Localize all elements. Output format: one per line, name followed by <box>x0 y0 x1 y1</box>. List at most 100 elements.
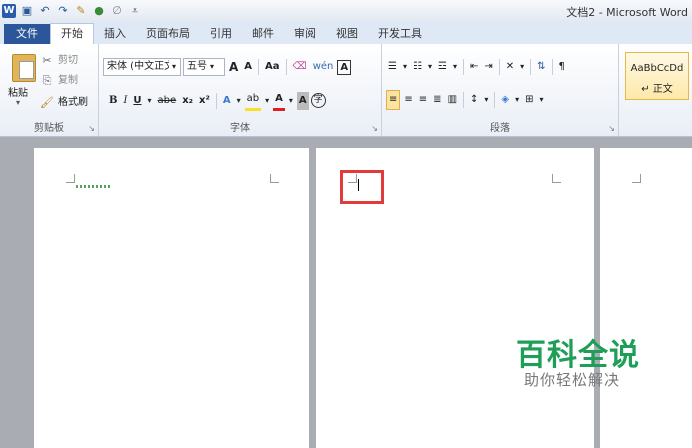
increase-indent-button[interactable]: ⇥ <box>482 58 494 76</box>
quick-access-toolbar: W ▣ ↶ ↷ ✎ ● ∅ ⩡ <box>2 3 142 19</box>
change-case-button[interactable]: Aa <box>263 58 282 76</box>
bullets-button[interactable]: ☰ <box>386 58 399 76</box>
tab-insert[interactable]: 插入 <box>94 24 136 44</box>
word-logo-icon[interactable]: W <box>2 4 16 18</box>
ribbon-tabs: 文件 开始 插入 页面布局 引用 邮件 审阅 视图 开发工具 <box>0 22 692 44</box>
styles-group: AaBbCcDd ↵ 正文 <box>619 44 692 136</box>
borders-button[interactable]: ⊞ <box>523 91 535 109</box>
title-bar: W ▣ ↶ ↷ ✎ ● ∅ ⩡ 文档2 - Microsoft Word <box>0 0 692 22</box>
divider <box>462 59 464 75</box>
numbering-button[interactable]: ☷ <box>411 58 424 76</box>
strikethrough-button[interactable]: abe <box>156 92 179 110</box>
clipboard-group: 粘贴 ▾ ✂ 剪切 ⎘ 复制 🖌 格式刷 剪贴板 ↘ <box>0 44 99 136</box>
customize-icon[interactable]: ⩡ <box>128 4 142 18</box>
divider <box>258 59 260 75</box>
paste-button[interactable]: 粘贴 ▾ <box>4 48 36 108</box>
redo-icon[interactable]: ↷ <box>56 4 70 18</box>
sort-button[interactable]: ⇅ <box>535 58 547 76</box>
align-center-button[interactable]: ≡ <box>402 91 414 109</box>
watermark-subtitle: 助你轻松解决 <box>524 371 621 389</box>
chevron-down-icon[interactable]: ▾ <box>451 58 459 76</box>
subscript-button[interactable]: x₂ <box>180 92 195 110</box>
multilevel-list-button[interactable]: ☲ <box>436 58 449 76</box>
tab-references[interactable]: 引用 <box>200 24 242 44</box>
chevron-down-icon[interactable]: ▾ <box>482 91 490 109</box>
format-painter-button[interactable]: 🖌 格式刷 <box>40 94 90 112</box>
underline-button[interactable]: U <box>131 92 143 110</box>
italic-button[interactable]: I <box>121 92 129 110</box>
copy-icon: ⎘ <box>42 74 52 87</box>
font-size-select[interactable]: 五号 ▾ <box>183 58 225 76</box>
tab-review[interactable]: 审阅 <box>284 24 326 44</box>
highlight-button[interactable]: ab <box>244 90 262 111</box>
font-color-button[interactable]: A <box>273 90 285 111</box>
eraser-icon[interactable]: ∅ <box>110 4 124 18</box>
page-3[interactable] <box>600 148 692 448</box>
superscript-button[interactable]: x² <box>197 92 212 110</box>
page-2[interactable] <box>316 148 594 448</box>
window-title: 文档2 - Microsoft Word <box>566 6 688 19</box>
font-name-select[interactable]: 宋体 (中文正文 ▾ <box>103 58 181 76</box>
tab-page-layout[interactable]: 页面布局 <box>136 24 200 44</box>
dialog-launcher-icon[interactable]: ↘ <box>608 124 615 133</box>
tab-home[interactable]: 开始 <box>50 23 94 44</box>
scissors-icon: ✂ <box>42 54 52 67</box>
margin-mark <box>270 174 279 183</box>
brush-icon: 🖌 <box>40 96 54 109</box>
align-right-button[interactable]: ≡ <box>417 91 429 109</box>
chevron-down-icon[interactable]: ▾ <box>538 91 546 109</box>
show-marks-button[interactable]: ¶ <box>557 58 567 76</box>
tab-mailings[interactable]: 邮件 <box>242 24 284 44</box>
chevron-down-icon[interactable]: ▾ <box>401 58 409 76</box>
chevron-down-icon[interactable]: ▾ <box>287 92 295 110</box>
style-name: ↵ 正文 <box>641 84 673 95</box>
margin-mark <box>552 174 561 183</box>
style-preview: AaBbCcDd <box>630 63 684 74</box>
chinese-layout-button[interactable]: ✕ <box>504 58 516 76</box>
chevron-down-icon[interactable]: ▾ <box>263 92 271 110</box>
tab-developer[interactable]: 开发工具 <box>368 24 432 44</box>
chevron-down-icon[interactable]: ▾ <box>518 58 526 76</box>
style-normal[interactable]: AaBbCcDd ↵ 正文 <box>625 52 689 100</box>
grow-font-button[interactable]: A <box>227 58 240 76</box>
divider <box>285 59 287 75</box>
save-icon[interactable]: ▣ <box>20 4 34 18</box>
divider <box>463 92 465 108</box>
divider <box>498 59 500 75</box>
dialog-launcher-icon[interactable]: ↘ <box>371 124 378 133</box>
color-icon[interactable]: ● <box>92 4 106 18</box>
page-1[interactable] <box>34 148 309 448</box>
align-left-button[interactable]: ≡ <box>386 90 401 110</box>
distributed-button[interactable]: ▥ <box>446 91 459 109</box>
shrink-font-button[interactable]: A <box>242 58 254 76</box>
phonetic-guide-button[interactable]: wén <box>311 58 336 76</box>
divider <box>215 92 217 109</box>
shading-button[interactable]: ◈ <box>499 91 511 109</box>
chevron-down-icon[interactable]: ▾ <box>235 92 243 110</box>
copy-button[interactable]: ⎘ 复制 <box>40 72 80 90</box>
format-painter-icon[interactable]: ✎ <box>74 4 88 18</box>
cut-button[interactable]: ✂ 剪切 <box>40 52 80 70</box>
enclose-characters-button[interactable]: 字 <box>310 93 326 108</box>
line-spacing-button[interactable]: ↕ <box>468 91 480 109</box>
bold-button[interactable]: B <box>107 92 119 110</box>
chevron-down-icon[interactable]: ▾ <box>513 91 521 109</box>
clear-formatting-button[interactable]: ⌫ <box>291 58 309 76</box>
character-border-button[interactable]: A <box>337 59 352 75</box>
character-shading-button[interactable]: A <box>296 91 309 110</box>
divider <box>551 59 553 75</box>
justify-button[interactable]: ≣ <box>431 91 443 109</box>
tab-file[interactable]: 文件 <box>4 24 50 44</box>
text-effects-button[interactable]: A <box>221 92 233 110</box>
chevron-down-icon[interactable]: ▾ <box>146 92 154 110</box>
ribbon: 粘贴 ▾ ✂ 剪切 ⎘ 复制 🖌 格式刷 剪贴板 ↘ 宋体 (中文正文 ▾ 五号… <box>0 44 692 137</box>
undo-icon[interactable]: ↶ <box>38 4 52 18</box>
decrease-indent-button[interactable]: ⇤ <box>468 58 480 76</box>
chevron-down-icon[interactable]: ▾ <box>426 58 434 76</box>
dialog-launcher-icon[interactable]: ↘ <box>88 124 95 133</box>
watermark-title: 百科全说 <box>516 338 640 373</box>
copy-label: 复制 <box>58 75 78 86</box>
tab-view[interactable]: 视图 <box>326 24 368 44</box>
divider <box>494 92 496 108</box>
paste-icon <box>12 54 36 82</box>
